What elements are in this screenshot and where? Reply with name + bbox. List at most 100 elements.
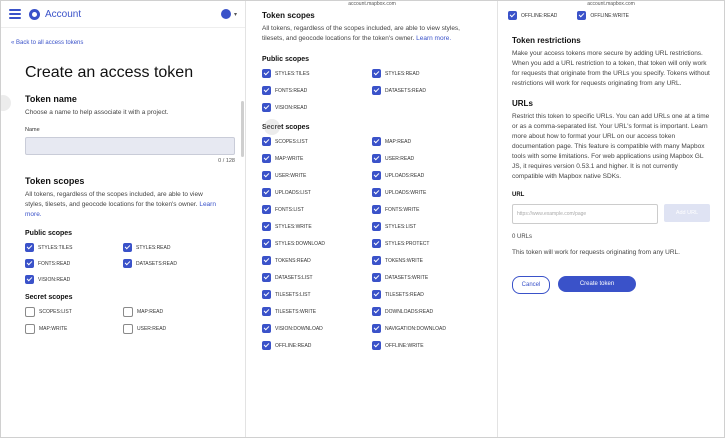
learn-more-link[interactable]: Learn more.: [416, 35, 451, 42]
scope-checkbox-item[interactable]: DATASETS:READ: [372, 86, 482, 95]
account-avatar-menu[interactable]: ▾: [220, 9, 237, 19]
scope-checkbox-item[interactable]: USER:READ: [372, 154, 482, 163]
checkbox-checked-icon[interactable]: [372, 205, 381, 214]
checkbox-checked-icon[interactable]: [262, 137, 271, 146]
scope-checkbox-item[interactable]: SCOPES:LIST: [25, 307, 123, 317]
scope-checkbox-item[interactable]: MAP:READ: [123, 307, 221, 317]
scope-checkbox-item[interactable]: TILESETS:WRITE: [262, 307, 372, 316]
scope-checkbox-item[interactable]: STYLES:TILES: [25, 243, 123, 252]
scope-checkbox-item[interactable]: DATASETS:LIST: [262, 273, 372, 282]
scope-checkbox-item[interactable]: OFFLINE:WRITE: [577, 11, 629, 20]
checkbox-unchecked-icon[interactable]: [123, 307, 133, 317]
checkbox-checked-icon[interactable]: [262, 103, 271, 112]
checkbox-checked-icon[interactable]: [577, 11, 587, 20]
scope-label: STYLES:READ: [385, 70, 420, 77]
scope-checkbox-item[interactable]: UPLOADS:WRITE: [372, 188, 482, 197]
checkbox-checked-icon[interactable]: [262, 154, 271, 163]
scope-checkbox-item[interactable]: FONTS:WRITE: [372, 205, 482, 214]
scope-checkbox-item[interactable]: STYLES:TILES: [262, 69, 372, 78]
checkbox-checked-icon[interactable]: [123, 259, 132, 268]
checkbox-checked-icon[interactable]: [25, 259, 34, 268]
checkbox-checked-icon[interactable]: [372, 171, 381, 180]
scope-checkbox-item[interactable]: USER:WRITE: [262, 171, 372, 180]
scope-checkbox-item[interactable]: MAP:WRITE: [262, 154, 372, 163]
url-input[interactable]: https://www.example.com/page: [512, 204, 658, 224]
scope-checkbox-item[interactable]: FONTS:LIST: [262, 205, 372, 214]
scope-checkbox-item[interactable]: DATASETS:WRITE: [372, 273, 482, 282]
cancel-button[interactable]: Cancel: [512, 276, 550, 294]
checkbox-checked-icon[interactable]: [372, 290, 381, 299]
checkbox-checked-icon[interactable]: [372, 69, 381, 78]
scope-checkbox-item[interactable]: OFFLINE:READ: [262, 341, 372, 350]
checkbox-checked-icon[interactable]: [25, 275, 34, 284]
scope-checkbox-item[interactable]: STYLES:READ: [123, 243, 221, 252]
checkbox-unchecked-icon[interactable]: [123, 324, 133, 334]
scope-checkbox-item[interactable]: VISION:READ: [262, 103, 372, 112]
checkbox-checked-icon[interactable]: [262, 86, 271, 95]
scope-checkbox-item[interactable]: STYLES:LIST: [372, 222, 482, 231]
checkbox-unchecked-icon[interactable]: [25, 324, 35, 334]
scope-checkbox-item[interactable]: VISION:READ: [25, 275, 123, 284]
checkbox-checked-icon[interactable]: [262, 324, 271, 333]
checkbox-checked-icon[interactable]: [262, 307, 271, 316]
scope-checkbox-item[interactable]: VISION:DOWNLOAD: [262, 324, 372, 333]
checkbox-checked-icon[interactable]: [25, 243, 34, 252]
checkbox-unchecked-icon[interactable]: [25, 307, 35, 317]
scope-checkbox-item[interactable]: UPLOADS:LIST: [262, 188, 372, 197]
scope-checkbox-item[interactable]: SCOPES:LIST: [262, 137, 372, 146]
scope-checkbox-item[interactable]: STYLES:READ: [372, 69, 482, 78]
back-to-tokens-link[interactable]: « Back to all access tokens: [1, 40, 245, 46]
scope-checkbox-item[interactable]: FONTS:READ: [25, 259, 123, 268]
checkbox-checked-icon[interactable]: [372, 273, 381, 282]
checkbox-checked-icon[interactable]: [372, 86, 381, 95]
scope-checkbox-item[interactable]: STYLES:DOWNLOAD: [262, 239, 372, 248]
checkbox-checked-icon[interactable]: [262, 69, 271, 78]
checkbox-checked-icon[interactable]: [262, 222, 271, 231]
checkbox-checked-icon[interactable]: [262, 341, 271, 350]
add-url-button[interactable]: Add URL: [664, 204, 710, 222]
checkbox-checked-icon[interactable]: [372, 154, 381, 163]
scope-checkbox-item[interactable]: DATASETS:READ: [123, 259, 221, 268]
checkbox-checked-icon[interactable]: [372, 137, 381, 146]
scope-checkbox-item[interactable]: NAVIGATION:DOWNLOAD: [372, 324, 482, 333]
scope-checkbox-item[interactable]: MAP:READ: [372, 137, 482, 146]
checkbox-checked-icon[interactable]: [372, 256, 381, 265]
scope-checkbox-item[interactable]: MAP:WRITE: [25, 324, 123, 334]
checkbox-checked-icon[interactable]: [372, 239, 381, 248]
scope-label: DATASETS:READ: [385, 87, 426, 94]
scrollbar[interactable]: [241, 101, 244, 157]
checkbox-checked-icon[interactable]: [372, 222, 381, 231]
create-token-button[interactable]: Create token: [558, 276, 636, 292]
checkbox-checked-icon[interactable]: [372, 188, 381, 197]
scope-checkbox-item[interactable]: DOWNLOADS:READ: [372, 307, 482, 316]
scope-checkbox-item[interactable]: USER:READ: [123, 324, 221, 334]
checkbox-checked-icon[interactable]: [508, 11, 517, 20]
scope-checkbox-item[interactable]: TOKENS:WRITE: [372, 256, 482, 265]
checkbox-checked-icon[interactable]: [262, 205, 271, 214]
scope-checkbox-item[interactable]: STYLES:PROTECT: [372, 239, 482, 248]
secret-scopes-list: SCOPES:LIST MAP:READ MAP:WRITE USER:READ: [1, 307, 245, 334]
checkbox-checked-icon[interactable]: [372, 341, 381, 350]
checkbox-checked-icon[interactable]: [262, 290, 271, 299]
scope-label: UPLOADS:WRITE: [385, 189, 427, 196]
checkbox-checked-icon[interactable]: [372, 324, 381, 333]
scope-checkbox-item[interactable]: TILESETS:READ: [372, 290, 482, 299]
checkbox-checked-icon[interactable]: [123, 243, 132, 252]
scope-checkbox-item[interactable]: TILESETS:LIST: [262, 290, 372, 299]
checkbox-checked-icon[interactable]: [262, 239, 271, 248]
checkbox-checked-icon[interactable]: [262, 256, 271, 265]
checkbox-checked-icon[interactable]: [372, 307, 381, 316]
scope-label: STYLES:TILES: [38, 244, 73, 251]
scope-checkbox-item[interactable]: OFFLINE:WRITE: [372, 341, 482, 350]
scope-checkbox-item[interactable]: FONTS:READ: [262, 86, 372, 95]
scope-checkbox-item[interactable]: STYLES:WRITE: [262, 222, 372, 231]
checkbox-checked-icon[interactable]: [262, 273, 271, 282]
scope-checkbox-item[interactable]: OFFLINE:READ: [508, 11, 557, 20]
checkbox-checked-icon[interactable]: [262, 171, 271, 180]
hamburger-menu-icon[interactable]: [9, 9, 21, 19]
token-name-input[interactable]: [25, 137, 235, 155]
scope-checkbox-item[interactable]: TOKENS:READ: [262, 256, 372, 265]
checkbox-checked-icon[interactable]: [262, 188, 271, 197]
scope-label: MAP:READ: [137, 309, 164, 315]
scope-checkbox-item[interactable]: UPLOADS:READ: [372, 171, 482, 180]
